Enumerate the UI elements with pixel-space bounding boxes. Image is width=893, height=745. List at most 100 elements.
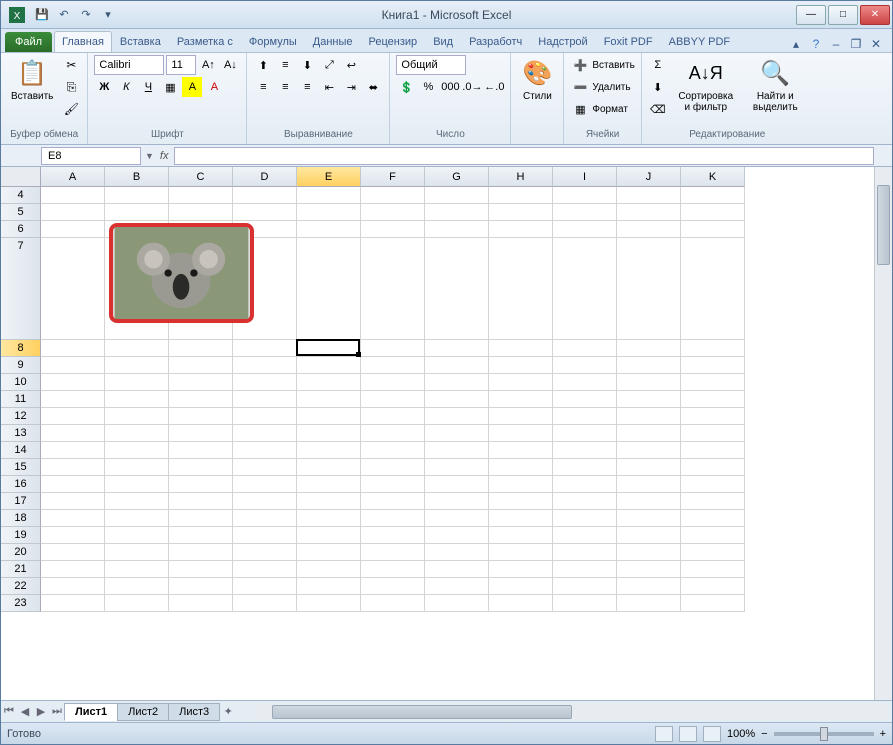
row-header[interactable]: 8 bbox=[1, 340, 41, 357]
cell[interactable] bbox=[41, 374, 105, 391]
underline-icon[interactable]: Ч bbox=[138, 77, 158, 97]
cell[interactable] bbox=[681, 595, 745, 612]
tab-developer[interactable]: Разработч bbox=[461, 31, 530, 52]
select-all-corner[interactable] bbox=[1, 167, 41, 187]
cell[interactable] bbox=[681, 340, 745, 357]
cell[interactable] bbox=[361, 595, 425, 612]
shrink-font-icon[interactable]: A↓ bbox=[220, 55, 240, 75]
font-name-select[interactable] bbox=[94, 55, 164, 75]
cell[interactable] bbox=[425, 544, 489, 561]
cell[interactable] bbox=[105, 340, 169, 357]
cell[interactable] bbox=[41, 187, 105, 204]
cell[interactable] bbox=[297, 510, 361, 527]
cell[interactable] bbox=[617, 187, 681, 204]
new-sheet-icon[interactable]: ✦ bbox=[220, 705, 236, 718]
cell[interactable] bbox=[361, 425, 425, 442]
cell[interactable] bbox=[361, 527, 425, 544]
cell[interactable] bbox=[681, 578, 745, 595]
cell[interactable] bbox=[105, 493, 169, 510]
row-header[interactable]: 19 bbox=[1, 527, 41, 544]
cell[interactable] bbox=[233, 391, 297, 408]
thousands-icon[interactable]: 000 bbox=[440, 77, 460, 97]
cell[interactable] bbox=[681, 510, 745, 527]
cell[interactable] bbox=[489, 459, 553, 476]
tab-addins[interactable]: Надстрой bbox=[530, 31, 595, 52]
cell[interactable] bbox=[297, 442, 361, 459]
cell[interactable] bbox=[425, 357, 489, 374]
cell[interactable] bbox=[553, 374, 617, 391]
cell[interactable] bbox=[553, 187, 617, 204]
cell[interactable] bbox=[233, 595, 297, 612]
cell[interactable] bbox=[169, 561, 233, 578]
align-center-icon[interactable]: ≡ bbox=[275, 77, 295, 97]
grow-font-icon[interactable]: A↑ bbox=[198, 55, 218, 75]
cell[interactable] bbox=[681, 408, 745, 425]
cell[interactable] bbox=[489, 510, 553, 527]
cell[interactable] bbox=[425, 374, 489, 391]
cell[interactable] bbox=[489, 544, 553, 561]
cell[interactable] bbox=[169, 442, 233, 459]
cell[interactable] bbox=[489, 204, 553, 221]
cell[interactable] bbox=[489, 442, 553, 459]
merge-icon[interactable]: ⬌ bbox=[363, 77, 383, 97]
cell[interactable] bbox=[169, 476, 233, 493]
cell[interactable] bbox=[233, 357, 297, 374]
insert-cells-icon[interactable]: ➕ bbox=[570, 55, 590, 75]
cell[interactable] bbox=[169, 408, 233, 425]
border-icon[interactable]: ▦ bbox=[160, 77, 180, 97]
cell[interactable] bbox=[105, 459, 169, 476]
cell[interactable] bbox=[681, 527, 745, 544]
cell[interactable] bbox=[681, 425, 745, 442]
cell[interactable] bbox=[105, 510, 169, 527]
italic-icon[interactable]: К bbox=[116, 77, 136, 97]
cell[interactable] bbox=[105, 527, 169, 544]
row-header[interactable]: 10 bbox=[1, 374, 41, 391]
tab-data[interactable]: Данные bbox=[305, 31, 361, 52]
cell[interactable] bbox=[297, 595, 361, 612]
cell[interactable] bbox=[169, 391, 233, 408]
cell[interactable] bbox=[105, 391, 169, 408]
cell[interactable] bbox=[681, 391, 745, 408]
clear-icon[interactable]: ⌫ bbox=[648, 99, 668, 119]
page-layout-view-icon[interactable] bbox=[679, 726, 697, 742]
cell[interactable] bbox=[617, 357, 681, 374]
cell[interactable] bbox=[425, 595, 489, 612]
column-header[interactable]: E bbox=[297, 167, 361, 187]
cell[interactable] bbox=[361, 544, 425, 561]
cell[interactable] bbox=[233, 340, 297, 357]
cell[interactable] bbox=[553, 493, 617, 510]
row-header[interactable]: 7 bbox=[1, 238, 41, 340]
cell[interactable] bbox=[489, 425, 553, 442]
cell[interactable] bbox=[681, 238, 745, 340]
cell[interactable] bbox=[617, 221, 681, 238]
cell[interactable] bbox=[169, 544, 233, 561]
cell[interactable] bbox=[425, 187, 489, 204]
cell[interactable] bbox=[425, 408, 489, 425]
cell[interactable] bbox=[41, 238, 105, 340]
fx-icon[interactable]: fx bbox=[160, 150, 169, 162]
cell[interactable] bbox=[681, 187, 745, 204]
cell[interactable] bbox=[553, 459, 617, 476]
cell[interactable] bbox=[361, 187, 425, 204]
cell[interactable] bbox=[105, 187, 169, 204]
cell[interactable] bbox=[105, 374, 169, 391]
tab-insert[interactable]: Вставка bbox=[112, 31, 169, 52]
cell[interactable] bbox=[297, 459, 361, 476]
column-header[interactable]: H bbox=[489, 167, 553, 187]
cell[interactable] bbox=[425, 510, 489, 527]
cell[interactable] bbox=[105, 425, 169, 442]
cell[interactable] bbox=[169, 459, 233, 476]
cell[interactable] bbox=[361, 408, 425, 425]
cell[interactable] bbox=[681, 544, 745, 561]
styles-button[interactable]: 🎨 Стили bbox=[517, 55, 557, 104]
sheet-nav-prev-icon[interactable]: ◀ bbox=[17, 705, 33, 718]
vscroll-thumb[interactable] bbox=[877, 185, 890, 265]
row-header[interactable]: 12 bbox=[1, 408, 41, 425]
name-box-dropdown-icon[interactable]: ▼ bbox=[145, 151, 154, 161]
cell[interactable] bbox=[489, 340, 553, 357]
fill-icon[interactable]: ⬇ bbox=[648, 77, 668, 97]
cell[interactable] bbox=[425, 391, 489, 408]
cell[interactable] bbox=[489, 187, 553, 204]
cell[interactable] bbox=[681, 442, 745, 459]
row-header[interactable]: 14 bbox=[1, 442, 41, 459]
